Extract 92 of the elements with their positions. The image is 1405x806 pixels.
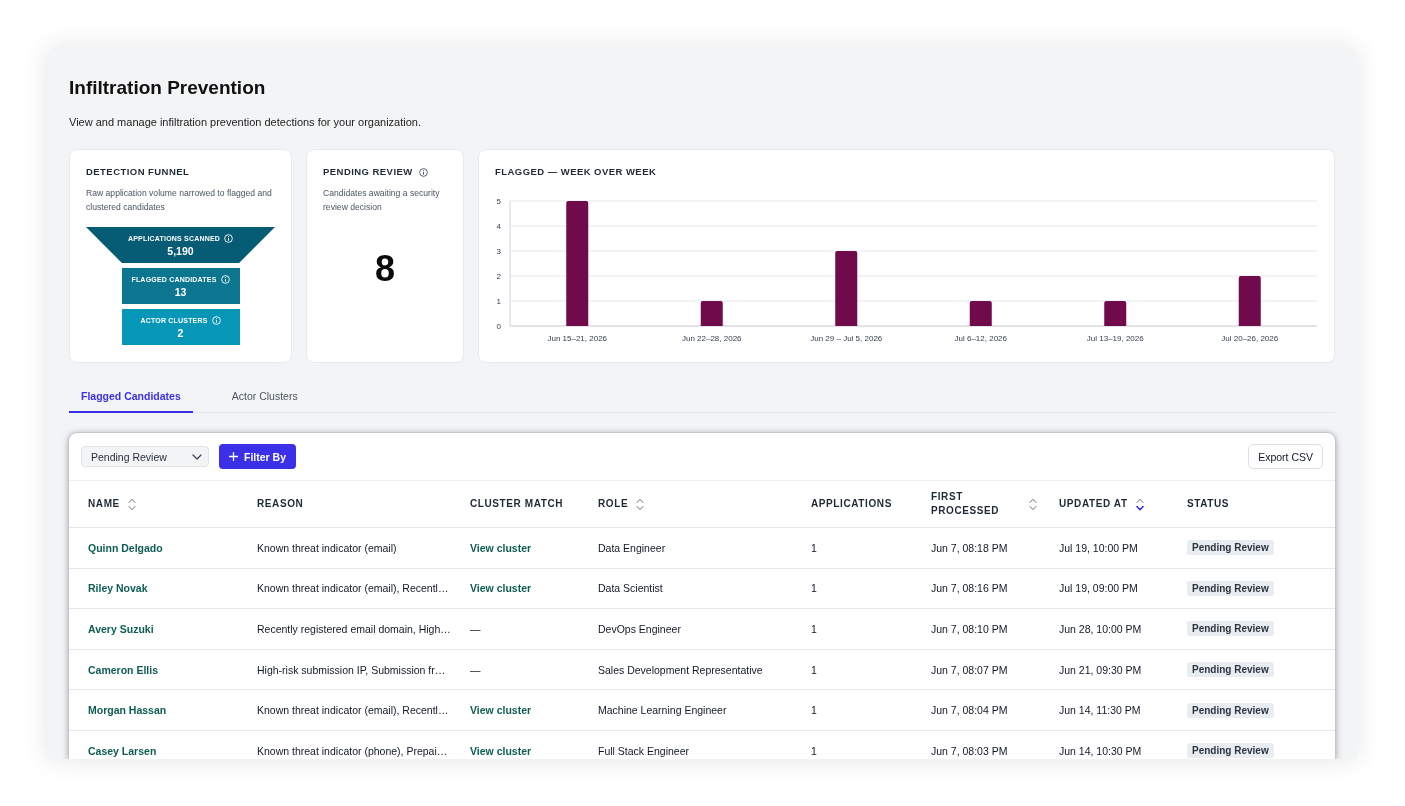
axis-label: Jul 20–26, 2026: [1221, 334, 1279, 343]
table-cell: Known threat indicator (email): [257, 540, 397, 555]
candidate-name-link[interactable]: Morgan Hassan: [88, 703, 167, 718]
axis-label: 0: [496, 322, 501, 331]
status-badge: Pending Review: [1187, 540, 1274, 556]
view-cluster-link[interactable]: View cluster: [470, 703, 532, 718]
status-badge: Pending Review: [1187, 580, 1274, 596]
chart-bar: [1238, 276, 1261, 326]
tab[interactable]: Actor Clusters: [219, 380, 310, 413]
column-header: CLUSTER MATCH: [470, 497, 564, 511]
chart-bar: [700, 301, 723, 326]
table-cell: Known threat indicator (phone), Prepai…: [257, 743, 448, 758]
table-cell: 1: [811, 540, 817, 555]
table-cell: Jun 7, 08:07 PM: [931, 662, 1008, 677]
table-cell: Jun 14, 10:30 PM: [1059, 743, 1142, 758]
table-cell: Data Scientist: [598, 581, 663, 596]
axis-label: 2: [496, 272, 501, 281]
table-cell: High-risk submission IP, Submission fr…: [257, 662, 446, 677]
view-cluster-link[interactable]: View cluster: [470, 540, 532, 555]
column-header: ROLE: [598, 497, 629, 511]
table-cell: Jun 7, 08:10 PM: [931, 622, 1008, 636]
table-cell: Jun 7, 08:16 PM: [931, 581, 1008, 596]
chart-bar: [1104, 301, 1127, 326]
card-title: PENDING REVIEW: [323, 166, 413, 178]
empty-value: —: [470, 622, 481, 636]
table-cell: 1: [811, 662, 817, 677]
tab[interactable]: Flagged Candidates: [69, 380, 193, 413]
axis-label: Jul 6–12, 2026: [954, 334, 1007, 343]
axis-label: 3: [496, 247, 501, 256]
column-header: APPLICATIONS: [811, 497, 892, 511]
page-subtitle: View and manage infiltration prevention detections for your organization.: [69, 115, 422, 129]
candidate-name-link[interactable]: Casey Larsen: [88, 743, 157, 758]
filter-button[interactable]: Filter By: [219, 444, 296, 469]
table-cell: Jun 7, 08:18 PM: [931, 540, 1008, 555]
view-cluster-link[interactable]: View cluster: [470, 581, 532, 596]
status-badge: Pending Review: [1187, 662, 1274, 678]
funnel-value: 5,190: [167, 244, 194, 257]
table-cell: Jun 7, 08:04 PM: [931, 703, 1008, 718]
pending-count: 8: [375, 249, 395, 289]
table-cell: Full Stack Engineer: [598, 743, 690, 758]
axis-label: 5: [496, 197, 501, 206]
table-cell: Jun 14, 11:30 PM: [1059, 703, 1141, 718]
export-button[interactable]: Export CSV: [1248, 444, 1323, 469]
sort-icon[interactable]: [1135, 497, 1144, 511]
table-cell: Jun 7, 08:03 PM: [931, 743, 1008, 758]
funnel-value: 2: [177, 326, 184, 339]
status-badge: Pending Review: [1187, 702, 1274, 718]
candidate-name-link[interactable]: Riley Novak: [88, 581, 148, 596]
column-header: NAME: [88, 497, 120, 511]
table-cell: Jun 28, 10:00 PM: [1059, 622, 1142, 636]
status-badge: Pending Review: [1187, 621, 1274, 637]
axis-label: Jun 15–21, 2026: [547, 334, 608, 343]
status-select[interactable]: Pending Review: [81, 446, 209, 467]
column-header: STATUS: [1187, 497, 1230, 511]
axis-label: 4: [496, 222, 501, 231]
table-cell: Sales Development Representative: [598, 662, 763, 677]
axis-label: 1: [496, 297, 501, 306]
candidate-name-link[interactable]: Avery Suzuki: [88, 622, 154, 636]
card-title: DETECTION FUNNEL: [86, 166, 190, 178]
table-cell: Jun 21, 09:30 PM: [1059, 662, 1142, 677]
table-cell: 1: [811, 622, 817, 636]
column-header: UPDATED AT: [1059, 497, 1128, 511]
table-cell: DevOps Engineer: [598, 622, 681, 636]
table-cell: Jul 19, 10:00 PM: [1059, 540, 1138, 555]
axis-label: Jun 22–28, 2026: [681, 334, 742, 343]
table-cell: Known threat indicator (email), Recentl…: [257, 581, 449, 596]
plus-icon: [229, 452, 238, 461]
chart-bar: [969, 301, 992, 326]
table-cell: 1: [811, 703, 817, 718]
card-description: Raw application volume narrowed to flagged and clustered candidates: [86, 187, 273, 214]
candidate-name-link[interactable]: Cameron Ellis: [88, 662, 159, 677]
funnel-value: 13: [174, 285, 187, 298]
table-cell: 1: [811, 743, 817, 758]
table-cell: Recently registered email domain, High…: [257, 622, 451, 636]
page-title: Infiltration Prevention: [69, 76, 267, 100]
table-cell: Known threat indicator (email), Recentl…: [257, 703, 449, 718]
empty-value: —: [470, 662, 481, 677]
table-cell: Machine Learning Engineer: [598, 703, 727, 718]
chart-title: FLAGGED — WEEK OVER WEEK: [495, 166, 657, 178]
table-cell: Jul 19, 09:00 PM: [1059, 581, 1138, 596]
table-cell: Data Engineer: [598, 540, 666, 555]
axis-label: Jun 29 – Jul 5, 2026: [810, 334, 883, 343]
column-header: REASON: [257, 497, 304, 511]
column-header: FIRST PROCESSED: [931, 490, 1001, 518]
view-cluster-link[interactable]: View cluster: [470, 743, 532, 758]
status-badge: Pending Review: [1187, 743, 1274, 759]
info-icon[interactable]: [418, 167, 428, 177]
chevron-down-icon: [192, 453, 202, 460]
card-description: Candidates awaiting a security review decision: [323, 187, 441, 214]
axis-label: Jul 13–19, 2026: [1086, 334, 1144, 343]
table-cell: 1: [811, 581, 817, 596]
candidate-name-link[interactable]: Quinn Delgado: [88, 540, 163, 555]
